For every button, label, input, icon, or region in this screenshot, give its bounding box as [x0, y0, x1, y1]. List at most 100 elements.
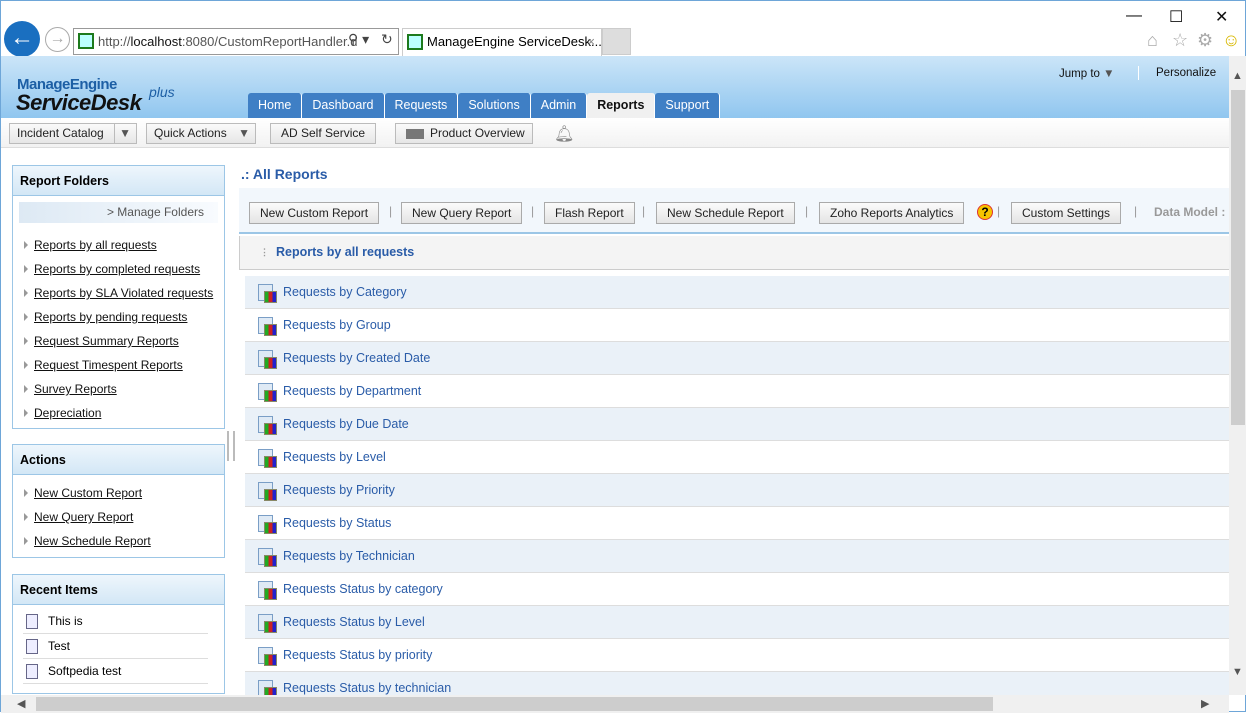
actions-panel: Actions New Custom Report New Query Repo… — [12, 444, 225, 558]
help-icon[interactable]: ? — [977, 204, 993, 220]
new-query-report-link[interactable]: New Query Report — [13, 505, 224, 529]
report-link[interactable]: Requests by Created Date — [283, 351, 430, 365]
report-link[interactable]: Requests Status by category — [283, 582, 443, 596]
reports-list: Requests by Category Requests by Group R… — [245, 276, 1229, 705]
folder-link[interactable]: Reports by SLA Violated requests — [13, 281, 224, 305]
folder-link[interactable]: Reports by completed requests — [13, 257, 224, 281]
app-header: ManageEngine ServiceDesk plus Home Dashb… — [1, 56, 1229, 118]
report-actions-bar: New Custom Report | New Query Report | F… — [239, 188, 1229, 234]
zoho-reports-analytics-button[interactable]: Zoho Reports Analytics — [819, 202, 965, 224]
browser-tab[interactable]: ManageEngine ServiceDesk... × — [402, 28, 602, 56]
folder-link[interactable]: Reports by pending requests — [13, 305, 224, 329]
report-row[interactable]: Requests by Level — [245, 441, 1229, 474]
folder-link[interactable]: Request Timespent Reports — [13, 353, 224, 377]
minimize-button[interactable]: — — [1126, 7, 1142, 25]
folder-link[interactable]: Survey Reports — [13, 377, 224, 401]
flash-report-button[interactable]: Flash Report — [544, 202, 635, 224]
folder-link[interactable]: Depreciation — [13, 401, 224, 425]
recent-item[interactable]: Test — [23, 634, 208, 659]
bell-icon[interactable]: 🔔︎ — [554, 124, 574, 144]
tab-admin[interactable]: Admin — [530, 93, 588, 118]
report-row[interactable]: Requests Status by priority — [245, 639, 1229, 672]
jump-to-label: Jump to — [1059, 68, 1100, 80]
tab-support[interactable]: Support — [655, 93, 721, 118]
report-link[interactable]: Requests Status by priority — [283, 648, 432, 662]
report-row[interactable]: Requests by Priority — [245, 474, 1229, 507]
incident-catalog-button[interactable]: Incident Catalog ▼ — [9, 123, 137, 144]
tab-requests[interactable]: Requests — [384, 93, 459, 118]
home-icon[interactable]: ⌂ — [1147, 30, 1158, 51]
report-link[interactable]: Requests by Category — [283, 285, 407, 299]
drag-handle-icon: ⋮ — [260, 247, 269, 257]
product-overview-button[interactable]: Product Overview — [395, 123, 533, 144]
scrollbar-thumb[interactable] — [1231, 90, 1245, 425]
personalize-link[interactable]: Personalize — [1156, 67, 1216, 79]
new-custom-report-button[interactable]: New Custom Report — [249, 202, 380, 224]
report-link[interactable]: Requests by Priority — [283, 483, 395, 497]
recent-item[interactable]: This is — [23, 609, 208, 634]
report-row[interactable]: Requests by Created Date — [245, 342, 1229, 375]
scroll-right-icon[interactable]: ▶ — [1201, 697, 1209, 710]
recent-item[interactable]: Softpedia test — [23, 659, 208, 684]
report-link[interactable]: Requests Status by technician — [283, 681, 451, 695]
ad-self-service-button[interactable]: AD Self Service — [270, 123, 377, 144]
manage-folders-link[interactable]: > Manage Folders — [19, 202, 218, 223]
page-title: .: All Reports — [241, 166, 328, 182]
folder-link[interactable]: Reports by all requests — [13, 233, 224, 257]
report-row[interactable]: Requests by Group — [245, 309, 1229, 342]
back-button[interactable]: ← — [4, 21, 40, 57]
report-link[interactable]: Requests by Department — [283, 384, 421, 398]
report-link[interactable]: Requests by Group — [283, 318, 391, 332]
forward-button[interactable]: → — [45, 27, 70, 52]
tab-solutions[interactable]: Solutions — [458, 93, 531, 118]
tab-close-icon[interactable]: × — [587, 29, 595, 55]
logo-product: ServiceDesk — [16, 90, 142, 115]
report-chart-icon — [258, 284, 277, 303]
report-chart-icon — [258, 647, 277, 666]
close-window-button[interactable]: ✕ — [1215, 7, 1228, 27]
quick-actions-button[interactable]: Quick Actions ▼ — [146, 123, 256, 144]
chevron-down-icon[interactable]: ▼ — [114, 124, 131, 143]
report-link[interactable]: Requests by Level — [283, 450, 386, 464]
tab-dashboard[interactable]: Dashboard — [302, 93, 385, 118]
report-row[interactable]: Requests Status by category — [245, 573, 1229, 606]
scroll-up-icon[interactable]: ▲ — [1232, 70, 1243, 82]
new-tab-button[interactable] — [602, 28, 631, 55]
report-link[interactable]: Requests by Due Date — [283, 417, 409, 431]
report-row[interactable]: Requests by Status — [245, 507, 1229, 540]
report-link[interactable]: Requests by Technician — [283, 549, 415, 563]
tab-home[interactable]: Home — [248, 93, 303, 118]
custom-settings-button[interactable]: Custom Settings — [1011, 202, 1122, 224]
smiley-feedback-icon[interactable]: ☺ — [1222, 30, 1240, 51]
gear-icon[interactable]: ⚙ — [1197, 30, 1213, 51]
logo-edition: plus — [149, 84, 175, 100]
scrollbar-thumb[interactable] — [36, 697, 993, 711]
report-chart-icon — [258, 350, 277, 369]
incident-catalog-label: Incident Catalog — [17, 126, 104, 140]
report-row[interactable]: Requests by Category — [245, 276, 1229, 309]
tab-reports[interactable]: Reports — [587, 93, 656, 118]
report-row[interactable]: Requests by Due Date — [245, 408, 1229, 441]
url-rest: :8080/CustomReportHandler.d — [181, 34, 358, 49]
report-link[interactable]: Requests by Status — [283, 516, 391, 530]
search-icon[interactable]: ⚲ ▾ — [348, 31, 369, 48]
horizontal-scrollbar[interactable]: ◀ ▶ — [1, 695, 1229, 713]
report-link[interactable]: Requests Status by Level — [283, 615, 425, 629]
favorites-star-icon[interactable]: ☆ — [1172, 30, 1188, 51]
scroll-down-icon[interactable]: ▼ — [1232, 666, 1243, 678]
scroll-left-icon[interactable]: ◀ — [17, 697, 25, 710]
maximize-button[interactable]: ☐ — [1169, 7, 1183, 27]
report-chart-icon — [258, 581, 277, 600]
new-custom-report-link[interactable]: New Custom Report — [13, 481, 224, 505]
new-query-report-button[interactable]: New Query Report — [401, 202, 523, 224]
folder-link[interactable]: Request Summary Reports — [13, 329, 224, 353]
jump-to-dropdown[interactable]: Jump to ▼ — [1059, 68, 1115, 80]
vertical-scrollbar[interactable]: ▲ ▼ — [1229, 56, 1246, 695]
new-schedule-report-button[interactable]: New Schedule Report — [656, 202, 795, 224]
report-row[interactable]: Requests by Technician — [245, 540, 1229, 573]
report-row[interactable]: Requests Status by Level — [245, 606, 1229, 639]
sidebar-splitter-handle[interactable] — [227, 431, 235, 461]
report-row[interactable]: Requests by Department — [245, 375, 1229, 408]
new-schedule-report-link[interactable]: New Schedule Report — [13, 529, 224, 553]
refresh-icon[interactable]: ↻ — [381, 31, 393, 48]
